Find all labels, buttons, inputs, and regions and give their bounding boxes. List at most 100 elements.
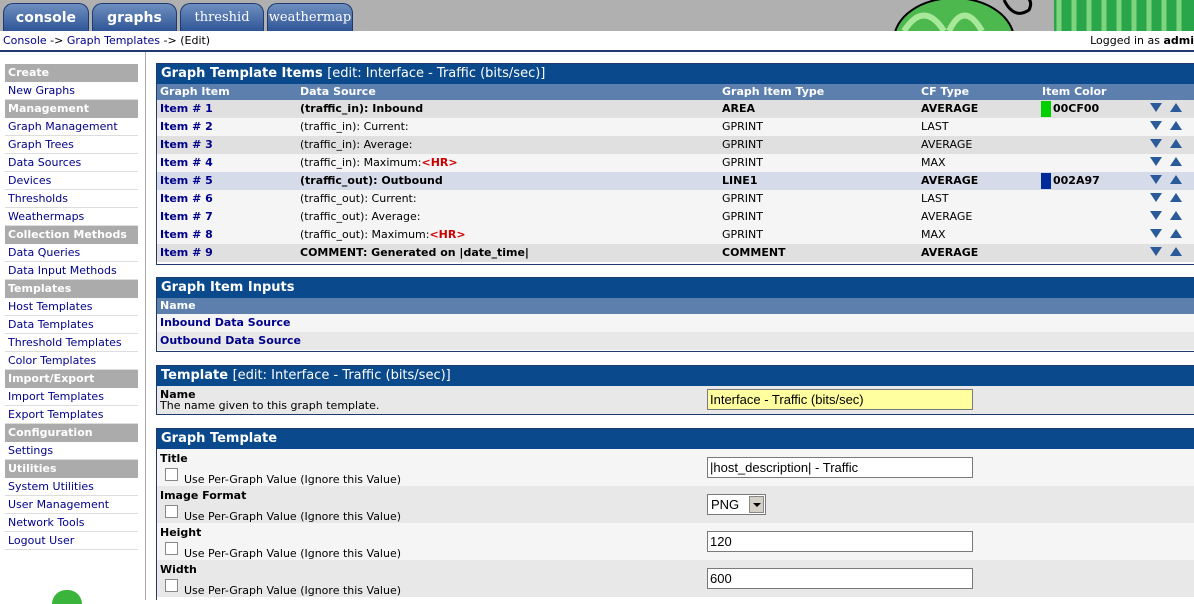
move-up-icon[interactable] (1170, 229, 1182, 238)
table-row: Item # 4 (traffic_in): Maximum:<HR> GPRINT… (157, 154, 1194, 172)
graph-item-link[interactable]: Item # 2 (160, 118, 213, 136)
item-color-cell: 002A97 (1053, 174, 1100, 187)
sidebar-item-host-templates[interactable]: Host Templates (5, 298, 138, 316)
per-graph-label: Use Per-Graph Value (Ignore this Value) (184, 547, 402, 560)
data-source-cell: (traffic_in): Current: (300, 118, 409, 136)
color-swatch (1041, 173, 1051, 189)
graph-item-link[interactable]: Item # 3 (160, 136, 213, 154)
login-user: admi (1163, 34, 1194, 47)
panel-title-text: Template (161, 368, 229, 383)
move-down-icon[interactable] (1150, 193, 1162, 202)
data-source-cell: (traffic_in): Maximum:<HR> (300, 154, 458, 172)
move-down-icon[interactable] (1150, 139, 1162, 148)
chevron-down-icon[interactable] (749, 496, 764, 513)
data-source-cell: (traffic_out): Average: (300, 208, 420, 226)
data-source-cell: (traffic_out): Outbound (300, 172, 443, 190)
sidebar-item-data-sources[interactable]: Data Sources (5, 154, 138, 172)
per-graph-checkbox[interactable] (165, 578, 178, 592)
sidebar-item-graph-management[interactable]: Graph Management (5, 118, 138, 136)
sidebar-item-logout-user[interactable]: Logout User (5, 532, 138, 550)
data-source-text: (traffic_out): Outbound (300, 174, 443, 187)
table-row: Item # 2 (traffic_in): Current: GPRINT LAST (157, 118, 1194, 136)
checkbox-box[interactable] (165, 467, 178, 481)
panel-title: Graph Item Inputs (157, 278, 1194, 298)
sidebar-item-system-utilities[interactable]: System Utilities (5, 478, 138, 496)
sidebar-item-devices[interactable]: Devices (5, 172, 138, 190)
field-row-title: Title Use Per-Graph Value (Ignore this Va… (157, 449, 1194, 486)
field-row-image-format: Image Format Use Per-Graph Value (Ignore … (157, 486, 1194, 523)
sidebar-item-settings[interactable]: Settings (5, 442, 138, 460)
graph-item-type-cell: LINE1 (722, 174, 758, 187)
breadcrumb-console-link[interactable]: Console (3, 34, 47, 47)
width-input[interactable]: 600 (707, 568, 973, 589)
breadcrumb: Console -> Graph Templates -> (Edit) (3, 34, 210, 47)
move-up-icon[interactable] (1170, 121, 1182, 130)
per-graph-checkbox[interactable] (165, 467, 178, 481)
data-source-text: (traffic_out): Current: (300, 192, 417, 205)
graph-item-link[interactable]: Item # 8 (160, 226, 213, 244)
checkbox-box[interactable] (165, 541, 178, 555)
data-source-cell: COMMENT: Generated on |date_time| (300, 244, 529, 262)
input-row-inbound[interactable]: Inbound Data Source (157, 314, 1194, 332)
sidebar-item-network-tools[interactable]: Network Tools (5, 514, 138, 532)
height-input[interactable]: 120 (707, 531, 973, 552)
graph-item-link[interactable]: Item # 5 (160, 172, 213, 190)
sidebar-item-data-templates[interactable]: Data Templates (5, 316, 138, 334)
move-up-icon[interactable] (1170, 175, 1182, 184)
checkbox-box[interactable] (165, 578, 178, 592)
sidebar-item-user-management[interactable]: User Management (5, 496, 138, 514)
move-down-icon[interactable] (1150, 211, 1162, 220)
move-down-icon[interactable] (1150, 157, 1162, 166)
input-row-outbound[interactable]: Outbound Data Source (157, 332, 1194, 350)
sidebar-item-weathermaps[interactable]: Weathermaps (5, 208, 138, 226)
breadcrumb-graph-templates-link[interactable]: Graph Templates (67, 34, 160, 47)
move-up-icon[interactable] (1170, 103, 1182, 112)
data-source-cell: (traffic_in): Inbound (300, 100, 423, 118)
checkbox-box[interactable] (165, 504, 178, 518)
graph-item-link[interactable]: Item # 6 (160, 190, 213, 208)
move-up-icon[interactable] (1170, 139, 1182, 148)
sidebar-item-export-templates[interactable]: Export Templates (5, 406, 138, 424)
sidebar-item-graph-trees[interactable]: Graph Trees (5, 136, 138, 154)
tab-threshid[interactable]: threshid (180, 3, 264, 31)
sidebar-item-import-templates[interactable]: Import Templates (5, 388, 138, 406)
sidebar-item-data-queries[interactable]: Data Queries (5, 244, 138, 262)
sidebar-item-color-templates[interactable]: Color Templates (5, 352, 138, 370)
graph-item-link[interactable]: Item # 4 (160, 154, 213, 172)
cf-type-cell: AVERAGE (921, 138, 973, 151)
per-graph-checkbox[interactable] (165, 541, 178, 555)
sidebar-item-new-graphs[interactable]: New Graphs (5, 82, 138, 100)
field-row-height: Height Use Per-Graph Value (Ignore this V… (157, 523, 1194, 560)
hr-marker: <HR> (421, 156, 458, 169)
graph-item-link[interactable]: Item # 9 (160, 244, 213, 262)
template-name-input[interactable]: Interface - Traffic (bits/sec) (707, 389, 973, 410)
move-up-icon[interactable] (1170, 157, 1182, 166)
graph-item-link[interactable]: Item # 1 (160, 100, 213, 118)
move-down-icon[interactable] (1150, 103, 1162, 112)
table-row: Item # 8 (traffic_out): Maximum:<HR> GPRIN… (157, 226, 1194, 244)
per-graph-checkbox[interactable] (165, 504, 178, 518)
table-header: Name (157, 298, 1194, 314)
sidebar-item-threshold-templates[interactable]: Threshold Templates (5, 334, 138, 352)
graph-item-link[interactable]: Item # 7 (160, 208, 213, 226)
graph-item-type-cell: AREA (722, 102, 756, 115)
sidebar-item-data-input-methods[interactable]: Data Input Methods (5, 262, 138, 280)
tab-weathermap[interactable]: weathermap (267, 3, 353, 31)
tab-graphs[interactable]: graphs (92, 3, 177, 31)
image-format-select[interactable]: PNG (707, 494, 766, 515)
template-panel: Template [edit: Interface - Traffic (bit… (156, 365, 1194, 415)
table-row: Item # 3 (traffic_in): Average: GPRINT AVER… (157, 136, 1194, 154)
move-down-icon[interactable] (1150, 121, 1162, 130)
move-down-icon[interactable] (1150, 175, 1162, 184)
move-up-icon[interactable] (1170, 247, 1182, 256)
tab-console[interactable]: console (3, 3, 89, 31)
graph-template-panel: Graph Template Title Use Per-Graph Value … (156, 428, 1194, 600)
graph-item-type-cell: GPRINT (722, 156, 763, 169)
move-up-icon[interactable] (1170, 211, 1182, 220)
move-up-icon[interactable] (1170, 193, 1182, 202)
title-input[interactable]: |host_description| - Traffic (707, 457, 973, 478)
sidebar-item-thresholds[interactable]: Thresholds (5, 190, 138, 208)
move-down-icon[interactable] (1150, 229, 1162, 238)
data-source-text: (traffic_in): Maximum: (300, 156, 422, 169)
move-down-icon[interactable] (1150, 247, 1162, 256)
